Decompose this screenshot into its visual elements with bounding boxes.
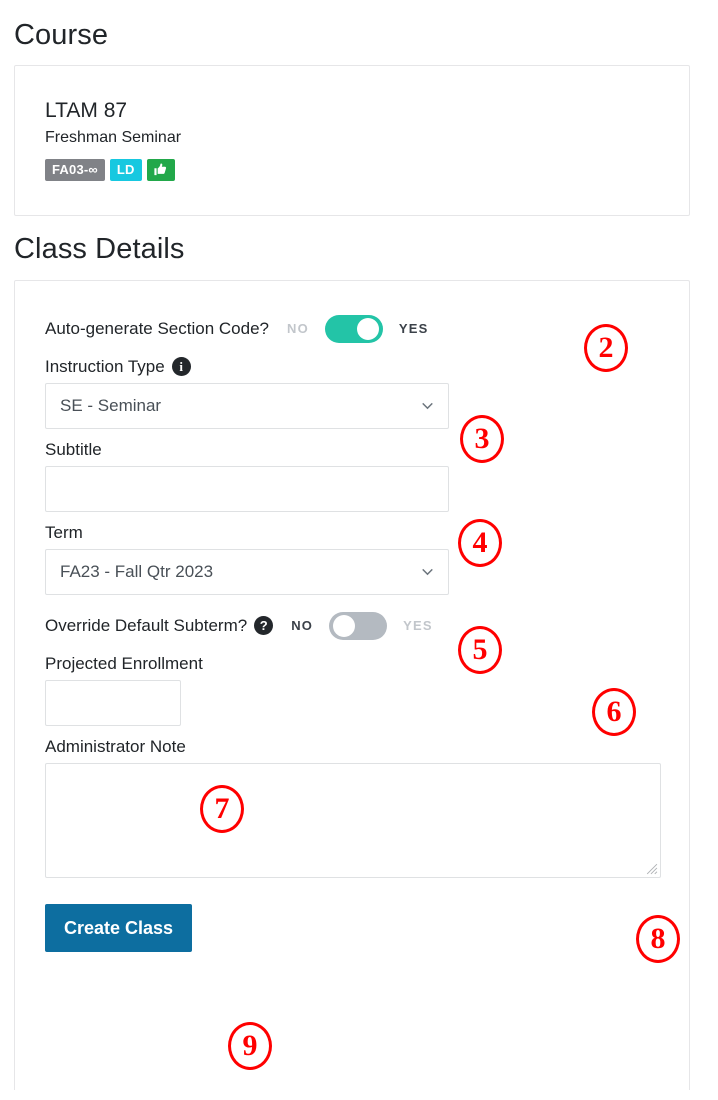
page-root: Course LTAM 87 Freshman Seminar FA03-∞ L… (0, 0, 718, 1090)
term-select[interactable]: FA23 - Fall Qtr 2023 (45, 548, 449, 595)
projected-enrollment-input[interactable] (45, 680, 181, 727)
administrator-note-label-row: Administrator Note (45, 736, 659, 758)
subtitle-label-row: Subtitle (45, 439, 659, 461)
course-title: Freshman Seminar (45, 129, 182, 147)
chevron-down-icon (419, 563, 436, 580)
override-default-subterm-toggle-group[interactable]: NO YES (291, 611, 433, 640)
override-default-subterm-row: Override Default Subterm? ? NO YES (45, 609, 659, 643)
annotation-marker-5: 5 (458, 626, 502, 674)
instruction-type-label: Instruction Type (45, 356, 165, 376)
course-badges: FA03-∞ LD (45, 158, 659, 181)
subtitle-field: Subtitle (45, 439, 659, 512)
create-class-button[interactable]: Create Class (45, 904, 193, 953)
auto-generate-yes-label: YES (398, 321, 429, 337)
switch-knob-icon (356, 317, 379, 340)
annotation-marker-6: 6 (592, 688, 636, 736)
annotation-marker-2: 2 (584, 324, 628, 372)
annotation-marker-3: 3 (460, 415, 504, 463)
resize-handle-icon[interactable] (645, 862, 658, 875)
class-details-panel: Auto-generate Section Code? NO YES Instr… (14, 279, 690, 1090)
term-label: Term (45, 522, 83, 542)
chevron-down-icon (419, 397, 436, 414)
projected-enrollment-label: Projected Enrollment (45, 653, 203, 673)
projected-enrollment-label-row: Projected Enrollment (45, 653, 659, 675)
administrator-note-textarea[interactable] (45, 763, 661, 879)
page-title-class-details: Class Details (14, 232, 185, 265)
auto-generate-section-code-toggle-group[interactable]: NO YES (287, 314, 429, 343)
auto-generate-no-label: NO (287, 321, 309, 337)
annotation-marker-8: 8 (636, 915, 680, 963)
auto-generate-section-code-label: Auto-generate Section Code? (45, 318, 269, 338)
info-icon[interactable]: i (171, 357, 191, 377)
page-title-course: Course (14, 19, 109, 51)
subtitle-input[interactable] (45, 465, 449, 512)
instruction-type-label-row: Instruction Type i (45, 356, 659, 378)
class-details-body: Auto-generate Section Code? NO YES Instr… (15, 281, 689, 982)
course-card: LTAM 87 Freshman Seminar FA03-∞ LD (14, 64, 690, 216)
annotation-marker-9: 9 (228, 1022, 272, 1070)
override-subterm-yes-label: YES (403, 618, 433, 634)
thumbs-up-icon (153, 162, 168, 177)
badge-term-range: FA03-∞ (45, 158, 105, 181)
instruction-type-field: Instruction Type i SE - Seminar (45, 356, 659, 429)
auto-generate-section-code-switch[interactable] (324, 314, 383, 343)
instruction-type-value: SE - Seminar (60, 396, 162, 416)
badge-level: LD (109, 158, 142, 181)
term-field: Term FA23 - Fall Qtr 2023 (45, 522, 659, 595)
administrator-note-label: Administrator Note (45, 737, 186, 757)
badge-approved (146, 158, 175, 181)
course-card-body: LTAM 87 Freshman Seminar FA03-∞ LD (15, 66, 689, 215)
help-icon[interactable]: ? (254, 616, 274, 636)
annotation-marker-7: 7 (200, 785, 244, 833)
override-default-subterm-switch[interactable] (329, 611, 388, 640)
instruction-type-select[interactable]: SE - Seminar (45, 382, 449, 429)
term-value: FA23 - Fall Qtr 2023 (60, 562, 214, 582)
term-label-row: Term (45, 522, 659, 544)
override-subterm-no-label: NO (291, 618, 314, 634)
switch-knob-icon (333, 614, 356, 637)
auto-generate-section-code-row: Auto-generate Section Code? NO YES (45, 312, 659, 346)
subtitle-label: Subtitle (45, 439, 102, 459)
administrator-note-field: Administrator Note (45, 736, 661, 879)
projected-enrollment-field: Projected Enrollment (45, 653, 659, 727)
course-code: LTAM 87 (45, 98, 128, 122)
override-default-subterm-label: Override Default Subterm? (45, 615, 248, 635)
annotation-marker-4: 4 (458, 519, 502, 567)
